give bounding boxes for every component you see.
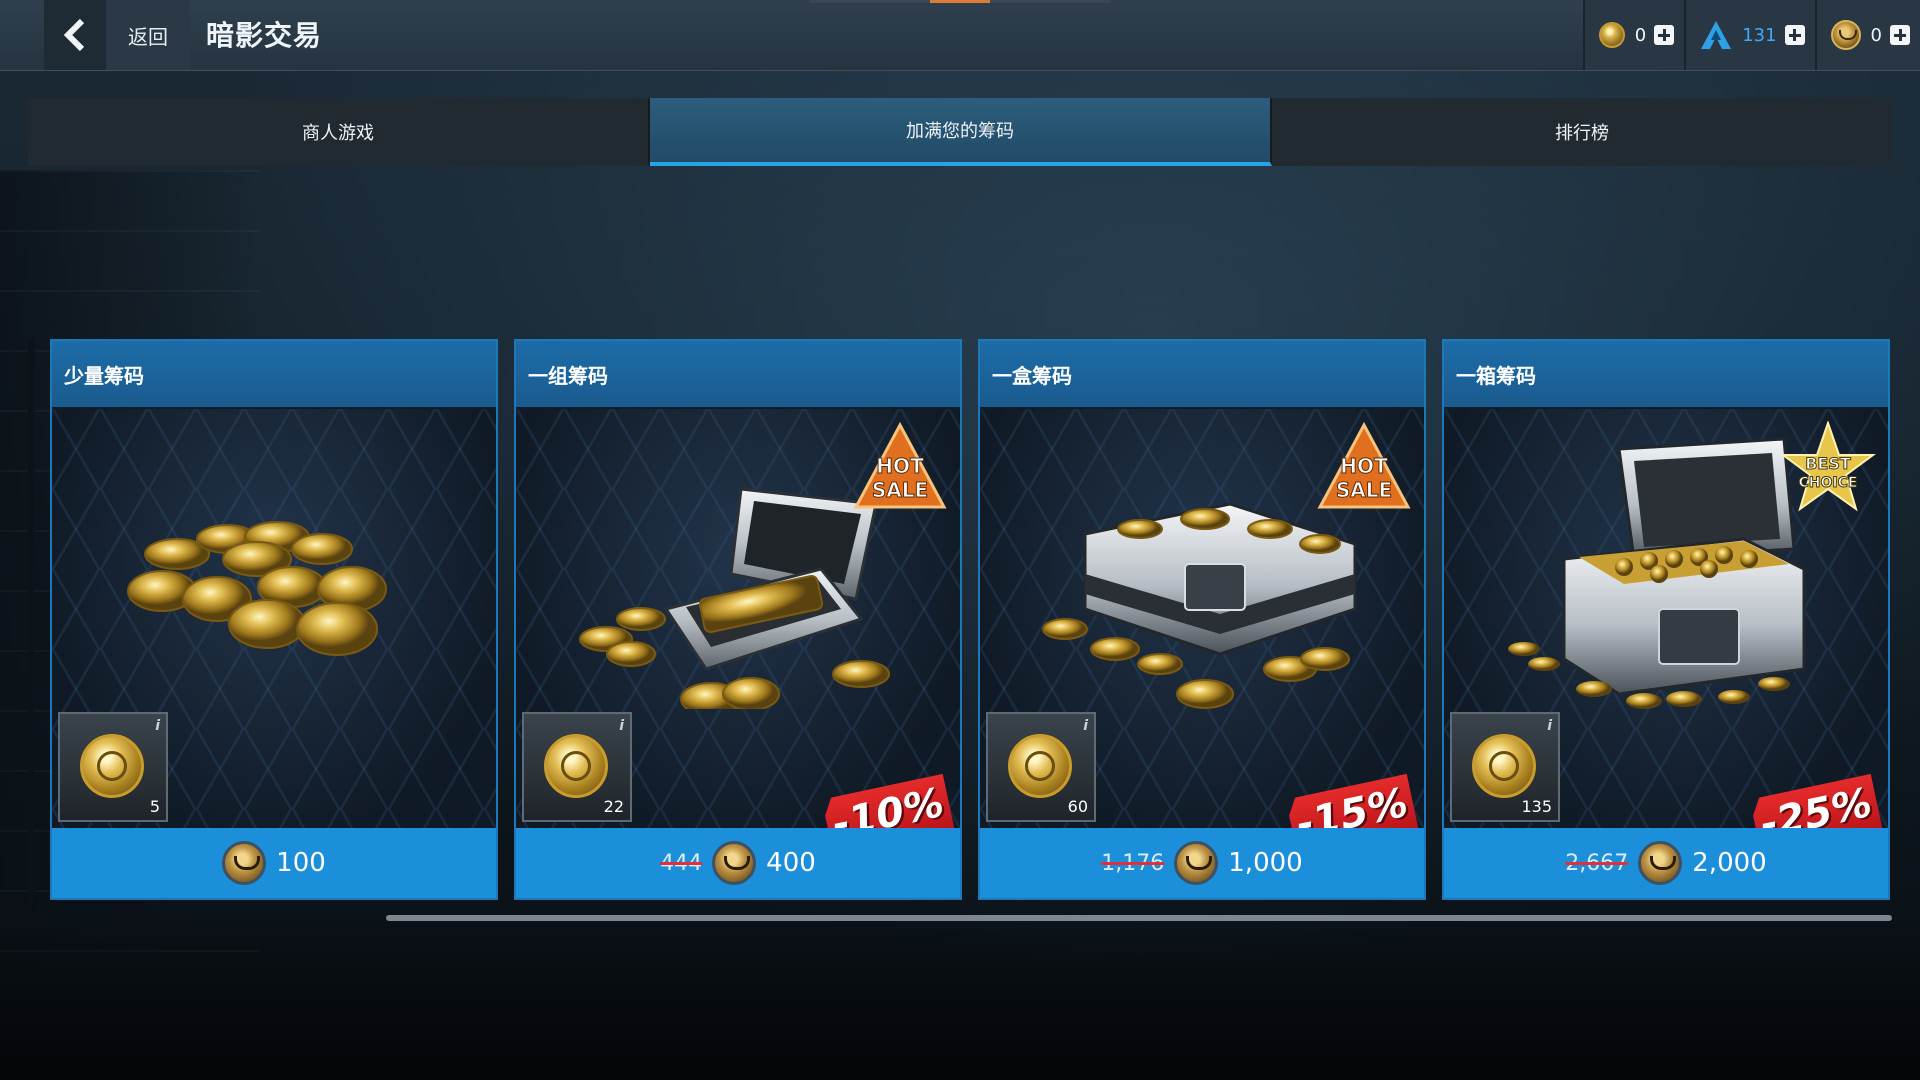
tab-merchant-game[interactable]: 商人游戏: [28, 98, 650, 166]
currency-blue: 131: [1684, 0, 1815, 70]
item-quantity-box[interactable]: i 60: [986, 712, 1096, 822]
tab-bar: 商人游戏 加满您的筹码 排行榜: [28, 98, 1892, 166]
original-price: 444: [660, 850, 703, 876]
item-quantity-box[interactable]: i 22: [522, 712, 632, 822]
token-icon: [1830, 20, 1861, 50]
badge-line-2: SALE: [1336, 478, 1392, 502]
hot-sale-badge: HOT SALE: [1316, 421, 1412, 517]
item-count: 135: [1521, 797, 1552, 816]
price: 400: [766, 848, 816, 878]
badge-line-2: CHOICE: [1799, 475, 1858, 491]
original-price: 2,667: [1565, 850, 1629, 876]
offer-card-small[interactable]: 少量筹码 i 5 100: [50, 339, 498, 900]
coin-pile-image: [52, 409, 496, 709]
back-button[interactable]: [44, 0, 106, 70]
currency-token: 0: [1814, 0, 1920, 70]
blue-currency-value: 131: [1742, 24, 1777, 46]
card-title: 少量筹码: [52, 341, 496, 407]
top-bar: 返回 暗影交易 0 131 0: [0, 0, 1920, 71]
currency-bar: 0 131 0: [1582, 0, 1920, 70]
token-icon: [1638, 841, 1683, 885]
tab-leaderboard[interactable]: 排行榜: [1272, 98, 1892, 166]
price: 100: [276, 848, 326, 878]
badge-line-1: HOT: [876, 454, 924, 478]
offer-card-set[interactable]: 一组筹码 HOT SALE -10% i 22 444 400: [514, 339, 962, 900]
item-count: 22: [603, 797, 624, 816]
card-title: 一箱筹码: [1444, 341, 1888, 407]
token-icon: [1174, 841, 1219, 885]
card-title: 一组筹码: [516, 341, 960, 407]
token-icon: [712, 841, 757, 885]
token-icon: [222, 841, 267, 885]
chevron-left-icon: [63, 18, 85, 52]
info-icon[interactable]: i: [1547, 718, 1552, 734]
tab-top-up-chips[interactable]: 加满您的筹码: [650, 98, 1272, 166]
info-icon[interactable]: i: [155, 718, 160, 734]
background-floor: [0, 910, 1920, 1080]
add-token-button[interactable]: [1890, 25, 1910, 45]
buy-button[interactable]: 2,667 2,000: [1444, 828, 1888, 898]
item-count: 60: [1067, 797, 1088, 816]
horizontal-scrollbar[interactable]: [386, 915, 1892, 921]
back-label-button[interactable]: 返回: [106, 0, 190, 70]
offer-cards: 少量筹码 i 5 100 一组筹码 HOT SALE -10% i 22 444…: [50, 339, 1892, 900]
badge-line-2: SALE: [872, 478, 928, 502]
gold-coin-value: 0: [1634, 24, 1647, 46]
top-indicator: [810, 0, 1110, 3]
chip-icon: [80, 734, 144, 798]
chip-icon: [1008, 734, 1072, 798]
price: 1,000: [1228, 848, 1303, 878]
info-icon[interactable]: i: [619, 718, 624, 734]
item-quantity-box[interactable]: i 5: [58, 712, 168, 822]
add-gold-button[interactable]: [1654, 25, 1675, 45]
card-title: 一盒筹码: [980, 341, 1424, 407]
best-choice-badge: BEST CHOICE: [1779, 419, 1877, 517]
buy-button[interactable]: 444 400: [516, 828, 960, 898]
buy-button[interactable]: 1,176 1,000: [980, 828, 1424, 898]
offer-card-box[interactable]: 一盒筹码 HOT SALE -15% i 60 1,176 1,000: [978, 339, 1426, 900]
item-quantity-box[interactable]: i 135: [1450, 712, 1560, 822]
chip-icon: [1472, 734, 1536, 798]
currency-gold: 0: [1582, 0, 1685, 70]
chip-icon: [544, 734, 608, 798]
hot-sale-badge: HOT SALE: [852, 421, 948, 517]
gold-coin-icon: [1598, 22, 1625, 48]
price: 2,000: [1692, 848, 1767, 878]
add-blue-currency-button[interactable]: [1784, 25, 1805, 45]
buy-button[interactable]: 100: [52, 828, 496, 898]
info-icon[interactable]: i: [1083, 718, 1088, 734]
badge-line-1: BEST: [1805, 454, 1851, 473]
token-value: 0: [1870, 24, 1882, 46]
blue-a-icon: [1701, 21, 1732, 49]
left-edge-divider: [28, 339, 34, 900]
original-price: 1,176: [1101, 850, 1165, 876]
badge-line-1: HOT: [1340, 454, 1388, 478]
page-title: 暗影交易: [206, 19, 323, 52]
item-count: 5: [149, 797, 160, 816]
offer-card-chest[interactable]: 一箱筹码 BEST CHOICE -25% i 135 2,667 2,000: [1442, 339, 1890, 900]
